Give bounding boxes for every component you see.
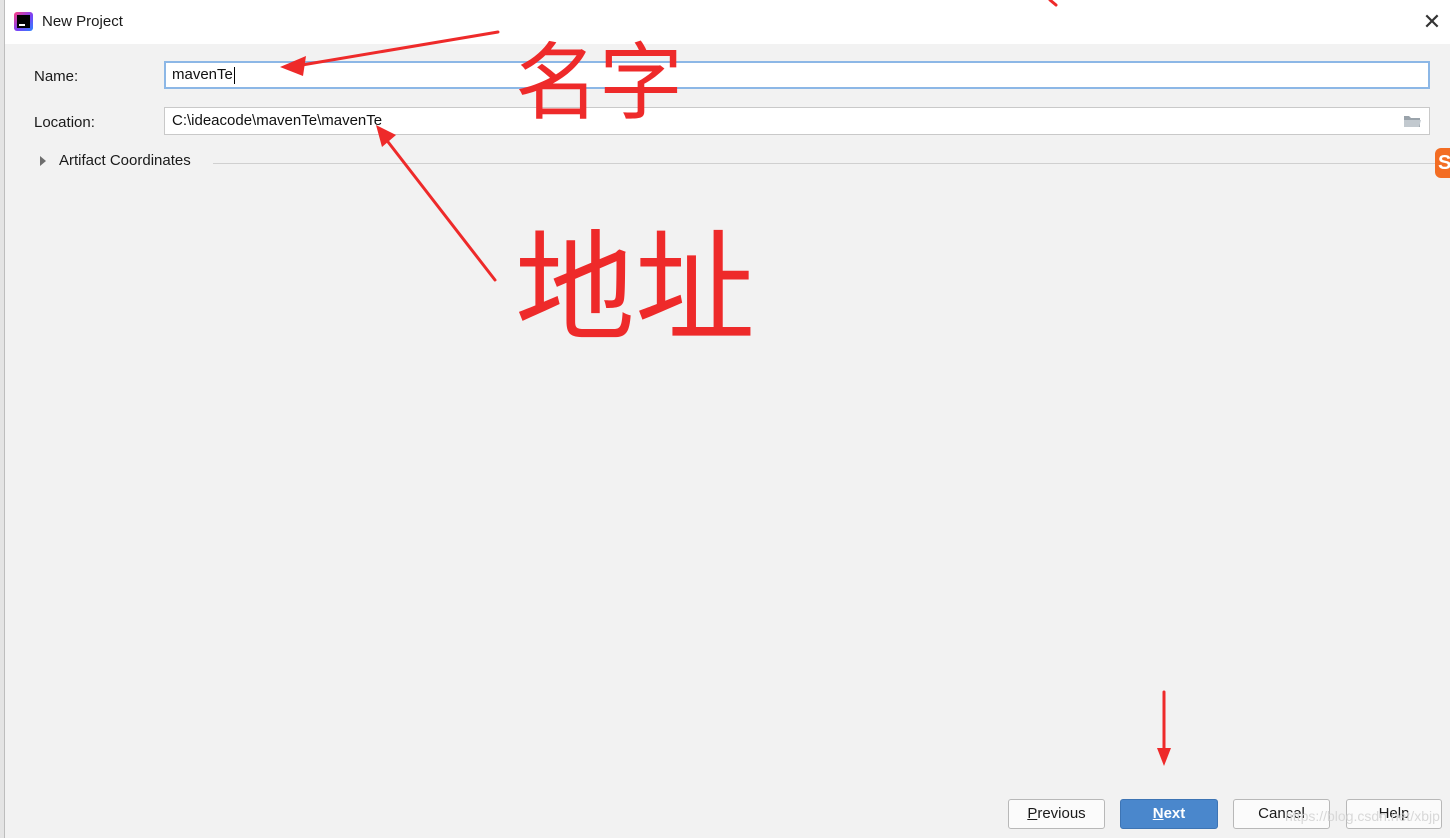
name-label: Name: bbox=[34, 68, 79, 85]
section-divider bbox=[213, 163, 1435, 164]
location-arrow bbox=[383, 136, 497, 282]
watermark: https://blog.csdn.net/xbjp bbox=[1285, 808, 1440, 824]
background-window-edge bbox=[0, 0, 5, 838]
previous-mnemonic: P bbox=[1027, 805, 1038, 822]
expand-arrow-icon bbox=[40, 156, 46, 166]
next-button[interactable]: Next bbox=[1120, 799, 1218, 829]
dialog-title: New Project bbox=[42, 13, 123, 30]
next-label: ext bbox=[1163, 805, 1186, 822]
location-input[interactable]: C:\ideacode\mavenTe\mavenTe bbox=[164, 107, 1430, 135]
dialog-titlebar: New Project ✕ bbox=[5, 0, 1450, 44]
previous-label: revious bbox=[1037, 805, 1086, 822]
location-input-value: C:\ideacode\mavenTe\mavenTe bbox=[172, 112, 383, 129]
close-icon[interactable]: ✕ bbox=[1420, 8, 1444, 36]
artifact-coordinates-label: Artifact Coordinates bbox=[59, 152, 191, 169]
text-caret bbox=[233, 66, 235, 84]
location-label: Location: bbox=[34, 114, 95, 131]
next-mnemonic: N bbox=[1152, 805, 1164, 822]
intellij-idea-icon bbox=[14, 12, 33, 31]
name-input[interactable]: mavenTe bbox=[164, 61, 1430, 89]
side-badge: S bbox=[1435, 148, 1450, 178]
location-annotation: 地址 bbox=[515, 220, 755, 359]
previous-button[interactable]: Previous bbox=[1008, 799, 1105, 829]
name-input-value: mavenTe bbox=[172, 66, 233, 83]
browse-folder-icon[interactable] bbox=[1403, 114, 1421, 128]
next-arrow-head bbox=[1157, 748, 1171, 766]
